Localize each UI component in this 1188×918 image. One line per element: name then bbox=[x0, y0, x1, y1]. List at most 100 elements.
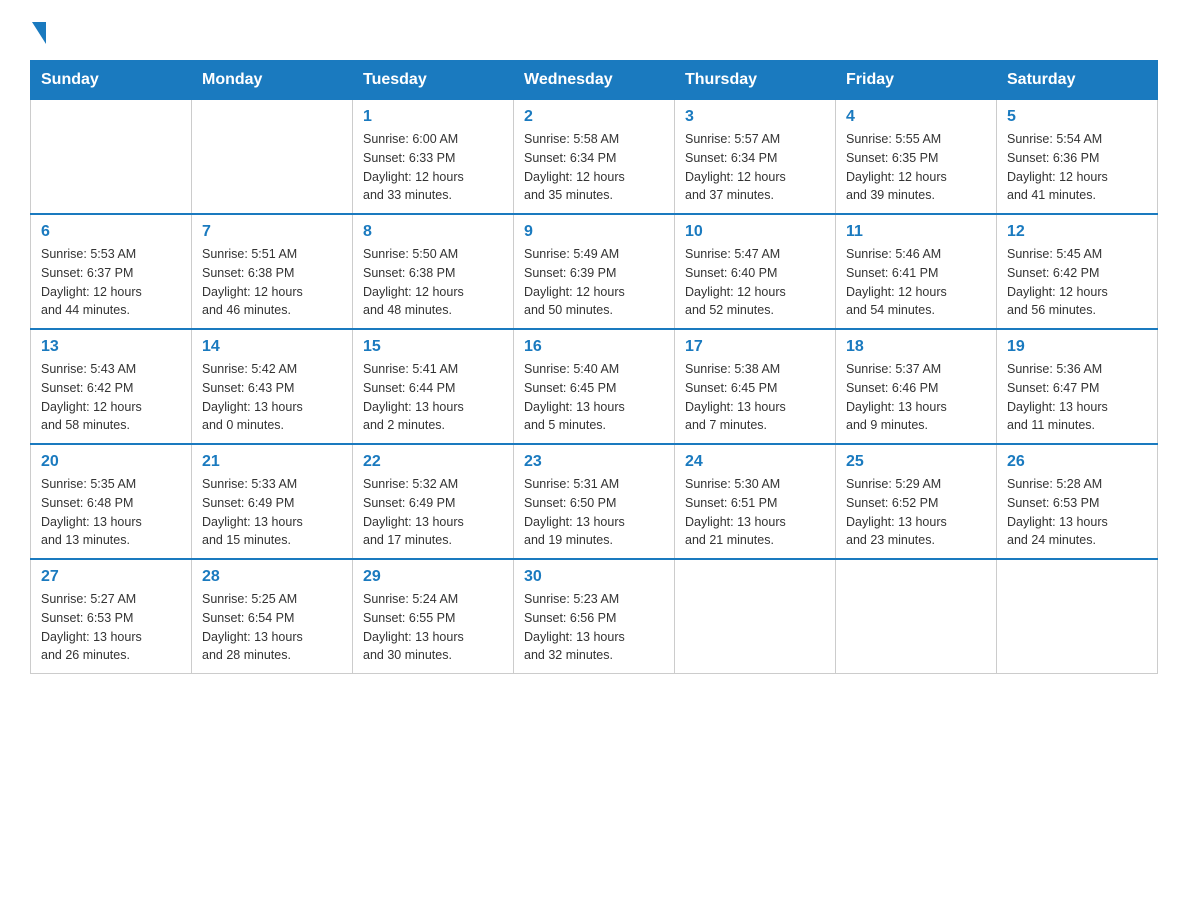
calendar-cell: 18 Sunrise: 5:37 AMSunset: 6:46 PMDayligh… bbox=[836, 329, 997, 444]
day-info: Sunrise: 5:58 AMSunset: 6:34 PMDaylight:… bbox=[524, 130, 664, 205]
day-number: 19 bbox=[1007, 338, 1147, 356]
calendar-cell: 10Sunrise: 5:47 AMSunset: 6:40 PMDayligh… bbox=[675, 214, 836, 329]
day-info: Sunrise: 5:55 AMSunset: 6:35 PMDaylight:… bbox=[846, 130, 986, 205]
day-info: Sunrise: 5:36 AMSunset: 6:47 PMDaylight:… bbox=[1007, 360, 1147, 435]
day-number: 15 bbox=[363, 338, 503, 356]
calendar-cell: 1 Sunrise: 6:00 AMSunset: 6:33 PMDaylight… bbox=[353, 100, 514, 215]
day-info: Sunrise: 5:32 AMSunset: 6:49 PMDaylight:… bbox=[363, 475, 503, 550]
day-number: 14 bbox=[202, 338, 342, 356]
calendar-week-1: 1 Sunrise: 6:00 AMSunset: 6:33 PMDaylight… bbox=[31, 100, 1158, 215]
page-header bbox=[30, 20, 1158, 44]
calendar-cell: 8 Sunrise: 5:50 AMSunset: 6:38 PMDaylight… bbox=[353, 214, 514, 329]
day-number: 3 bbox=[685, 108, 825, 126]
day-number: 9 bbox=[524, 223, 664, 241]
day-number: 27 bbox=[41, 568, 181, 586]
calendar-cell: 11 Sunrise: 5:46 AMSunset: 6:41 PMDayligh… bbox=[836, 214, 997, 329]
day-info: Sunrise: 5:51 AMSunset: 6:38 PMDaylight:… bbox=[202, 245, 342, 320]
calendar-cell: 24Sunrise: 5:30 AMSunset: 6:51 PMDayligh… bbox=[675, 444, 836, 559]
calendar-cell: 3 Sunrise: 5:57 AMSunset: 6:34 PMDaylight… bbox=[675, 100, 836, 215]
calendar-cell: 30Sunrise: 5:23 AMSunset: 6:56 PMDayligh… bbox=[514, 559, 675, 674]
calendar-cell: 2 Sunrise: 5:58 AMSunset: 6:34 PMDaylight… bbox=[514, 100, 675, 215]
day-info: Sunrise: 5:38 AMSunset: 6:45 PMDaylight:… bbox=[685, 360, 825, 435]
day-info: Sunrise: 5:46 AMSunset: 6:41 PMDaylight:… bbox=[846, 245, 986, 320]
calendar-cell: 7 Sunrise: 5:51 AMSunset: 6:38 PMDaylight… bbox=[192, 214, 353, 329]
day-number: 2 bbox=[524, 108, 664, 126]
day-number: 10 bbox=[685, 223, 825, 241]
day-info: Sunrise: 5:30 AMSunset: 6:51 PMDaylight:… bbox=[685, 475, 825, 550]
calendar-cell: 14 Sunrise: 5:42 AMSunset: 6:43 PMDayligh… bbox=[192, 329, 353, 444]
day-number: 22 bbox=[363, 453, 503, 471]
day-number: 13 bbox=[41, 338, 181, 356]
day-number: 4 bbox=[846, 108, 986, 126]
calendar-cell: 12 Sunrise: 5:45 AMSunset: 6:42 PMDayligh… bbox=[997, 214, 1158, 329]
day-number: 7 bbox=[202, 223, 342, 241]
day-number: 26 bbox=[1007, 453, 1147, 471]
day-number: 6 bbox=[41, 223, 181, 241]
day-info: Sunrise: 5:57 AMSunset: 6:34 PMDaylight:… bbox=[685, 130, 825, 205]
calendar-cell: 23 Sunrise: 5:31 AMSunset: 6:50 PMDayligh… bbox=[514, 444, 675, 559]
day-info: Sunrise: 5:54 AMSunset: 6:36 PMDaylight:… bbox=[1007, 130, 1147, 205]
calendar-cell: 26 Sunrise: 5:28 AMSunset: 6:53 PMDayligh… bbox=[997, 444, 1158, 559]
day-info: Sunrise: 5:31 AMSunset: 6:50 PMDaylight:… bbox=[524, 475, 664, 550]
weekday-header-saturday: Saturday bbox=[997, 61, 1158, 100]
calendar-cell bbox=[836, 559, 997, 674]
calendar-cell: 29 Sunrise: 5:24 AMSunset: 6:55 PMDayligh… bbox=[353, 559, 514, 674]
day-number: 17 bbox=[685, 338, 825, 356]
weekday-header-thursday: Thursday bbox=[675, 61, 836, 100]
day-info: Sunrise: 5:40 AMSunset: 6:45 PMDaylight:… bbox=[524, 360, 664, 435]
calendar-cell: 9Sunrise: 5:49 AMSunset: 6:39 PMDaylight… bbox=[514, 214, 675, 329]
day-info: Sunrise: 5:43 AMSunset: 6:42 PMDaylight:… bbox=[41, 360, 181, 435]
logo-triangle-icon bbox=[32, 22, 46, 44]
day-number: 5 bbox=[1007, 108, 1147, 126]
day-number: 23 bbox=[524, 453, 664, 471]
calendar-cell bbox=[31, 100, 192, 215]
day-info: Sunrise: 5:42 AMSunset: 6:43 PMDaylight:… bbox=[202, 360, 342, 435]
day-number: 16 bbox=[524, 338, 664, 356]
weekday-header-wednesday: Wednesday bbox=[514, 61, 675, 100]
calendar-week-3: 13 Sunrise: 5:43 AMSunset: 6:42 PMDayligh… bbox=[31, 329, 1158, 444]
day-info: Sunrise: 5:27 AMSunset: 6:53 PMDaylight:… bbox=[41, 590, 181, 665]
day-info: Sunrise: 5:33 AMSunset: 6:49 PMDaylight:… bbox=[202, 475, 342, 550]
calendar-cell: 5 Sunrise: 5:54 AMSunset: 6:36 PMDaylight… bbox=[997, 100, 1158, 215]
weekday-header-tuesday: Tuesday bbox=[353, 61, 514, 100]
day-info: Sunrise: 5:50 AMSunset: 6:38 PMDaylight:… bbox=[363, 245, 503, 320]
calendar-header-row: SundayMondayTuesdayWednesdayThursdayFrid… bbox=[31, 61, 1158, 100]
weekday-header-sunday: Sunday bbox=[31, 61, 192, 100]
calendar-cell bbox=[997, 559, 1158, 674]
day-info: Sunrise: 5:24 AMSunset: 6:55 PMDaylight:… bbox=[363, 590, 503, 665]
day-info: Sunrise: 5:35 AMSunset: 6:48 PMDaylight:… bbox=[41, 475, 181, 550]
day-number: 1 bbox=[363, 108, 503, 126]
day-info: Sunrise: 5:37 AMSunset: 6:46 PMDaylight:… bbox=[846, 360, 986, 435]
day-info: Sunrise: 5:45 AMSunset: 6:42 PMDaylight:… bbox=[1007, 245, 1147, 320]
day-number: 11 bbox=[846, 223, 986, 241]
calendar-cell: 15 Sunrise: 5:41 AMSunset: 6:44 PMDayligh… bbox=[353, 329, 514, 444]
calendar-cell: 17 Sunrise: 5:38 AMSunset: 6:45 PMDayligh… bbox=[675, 329, 836, 444]
calendar-week-4: 20Sunrise: 5:35 AMSunset: 6:48 PMDayligh… bbox=[31, 444, 1158, 559]
day-number: 18 bbox=[846, 338, 986, 356]
day-number: 25 bbox=[846, 453, 986, 471]
calendar-week-5: 27 Sunrise: 5:27 AMSunset: 6:53 PMDayligh… bbox=[31, 559, 1158, 674]
day-number: 21 bbox=[202, 453, 342, 471]
calendar-cell: 28Sunrise: 5:25 AMSunset: 6:54 PMDayligh… bbox=[192, 559, 353, 674]
calendar-table: SundayMondayTuesdayWednesdayThursdayFrid… bbox=[30, 60, 1158, 674]
weekday-header-friday: Friday bbox=[836, 61, 997, 100]
day-info: Sunrise: 5:28 AMSunset: 6:53 PMDaylight:… bbox=[1007, 475, 1147, 550]
day-number: 8 bbox=[363, 223, 503, 241]
calendar-cell: 16 Sunrise: 5:40 AMSunset: 6:45 PMDayligh… bbox=[514, 329, 675, 444]
calendar-cell bbox=[192, 100, 353, 215]
day-info: Sunrise: 5:41 AMSunset: 6:44 PMDaylight:… bbox=[363, 360, 503, 435]
day-info: Sunrise: 5:29 AMSunset: 6:52 PMDaylight:… bbox=[846, 475, 986, 550]
calendar-cell: 6Sunrise: 5:53 AMSunset: 6:37 PMDaylight… bbox=[31, 214, 192, 329]
day-number: 12 bbox=[1007, 223, 1147, 241]
calendar-cell: 13 Sunrise: 5:43 AMSunset: 6:42 PMDayligh… bbox=[31, 329, 192, 444]
calendar-cell bbox=[675, 559, 836, 674]
day-number: 28 bbox=[202, 568, 342, 586]
calendar-cell: 27 Sunrise: 5:27 AMSunset: 6:53 PMDayligh… bbox=[31, 559, 192, 674]
calendar-cell: 4 Sunrise: 5:55 AMSunset: 6:35 PMDaylight… bbox=[836, 100, 997, 215]
day-info: Sunrise: 6:00 AMSunset: 6:33 PMDaylight:… bbox=[363, 130, 503, 205]
calendar-cell: 19 Sunrise: 5:36 AMSunset: 6:47 PMDayligh… bbox=[997, 329, 1158, 444]
calendar-cell: 21 Sunrise: 5:33 AMSunset: 6:49 PMDayligh… bbox=[192, 444, 353, 559]
calendar-cell: 25 Sunrise: 5:29 AMSunset: 6:52 PMDayligh… bbox=[836, 444, 997, 559]
day-number: 29 bbox=[363, 568, 503, 586]
calendar-cell: 22 Sunrise: 5:32 AMSunset: 6:49 PMDayligh… bbox=[353, 444, 514, 559]
